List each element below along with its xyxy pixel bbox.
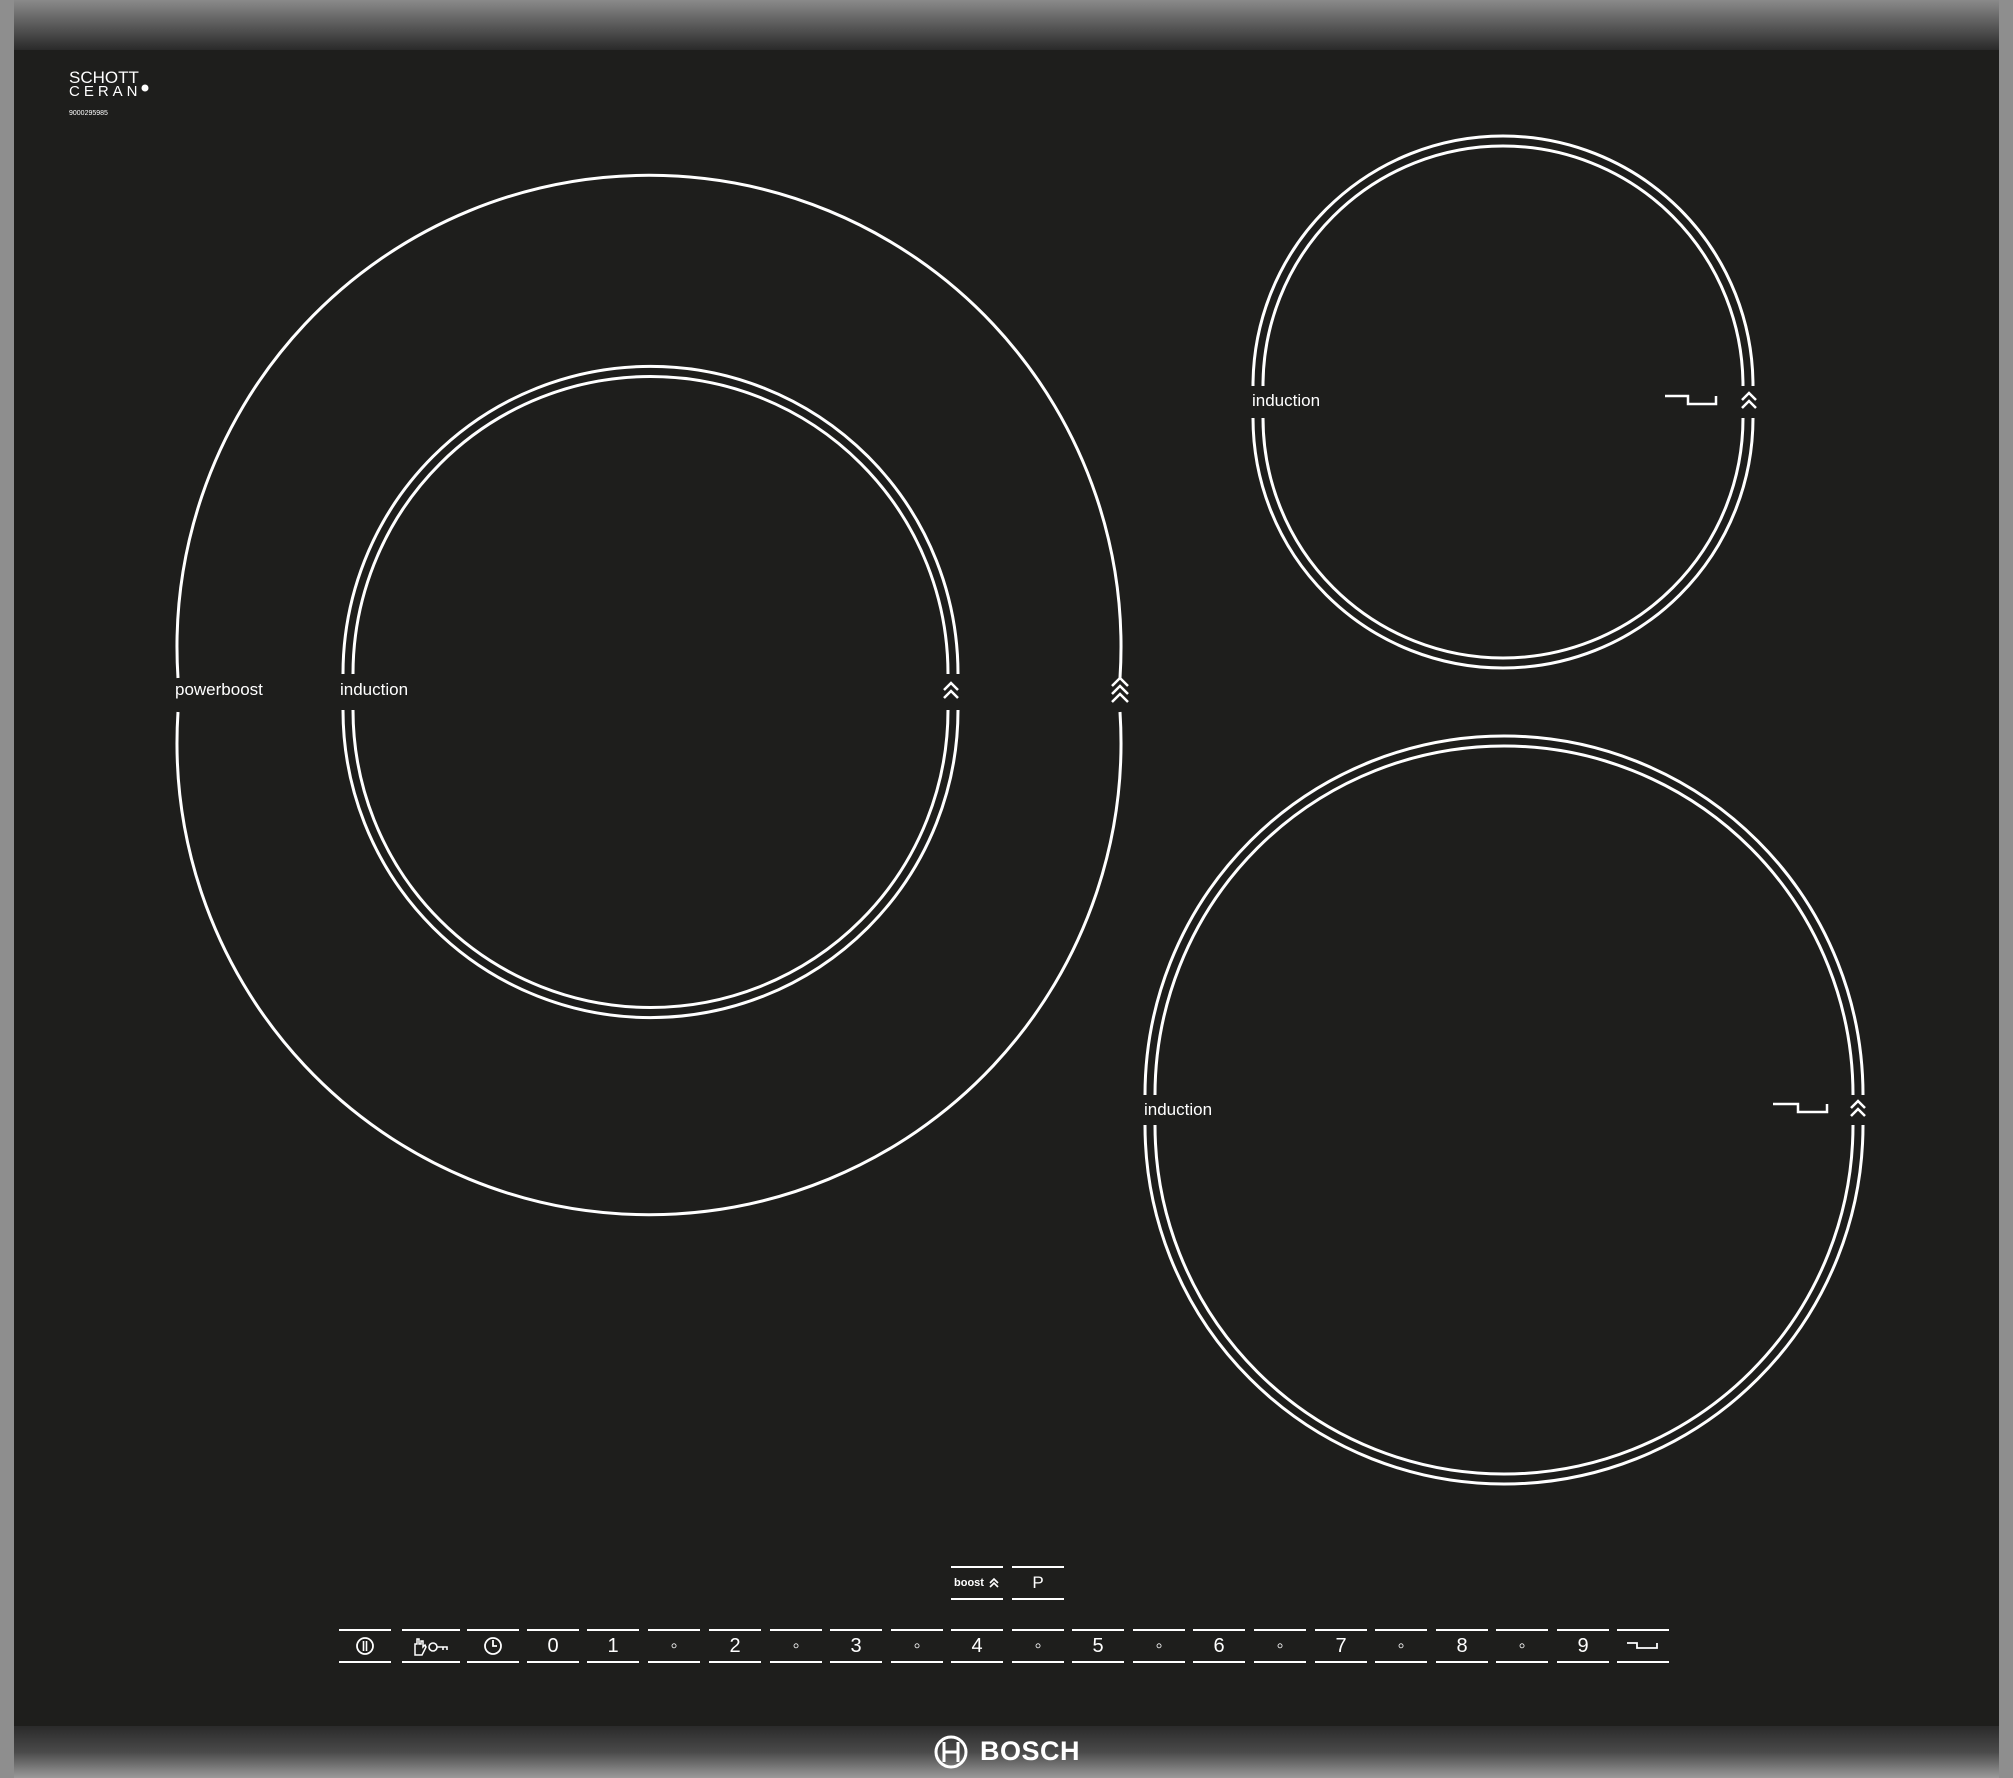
zone-large-inner-label: induction <box>340 680 409 699</box>
pan-function-icon <box>1627 1642 1658 1649</box>
zone-top-right-label: induction <box>1252 391 1321 410</box>
half-step-2-button[interactable]: ◦ <box>768 1629 824 1663</box>
cooktop: SCHOTT CERAN 9000295985 powerboost induc… <box>0 0 2013 1778</box>
level-7-button[interactable]: 7 <box>1313 1629 1369 1663</box>
half-step-6-button[interactable]: ◦ <box>1252 1629 1308 1663</box>
half-step-3-label: ◦ <box>913 1634 921 1657</box>
boost-button-arrows-icon <box>989 1577 999 1588</box>
level-3-button[interactable]: 3 <box>828 1629 884 1663</box>
level-7-label: 7 <box>1335 1634 1347 1657</box>
half-step-2-label: ◦ <box>792 1634 800 1657</box>
level-9-label: 9 <box>1577 1634 1589 1657</box>
power-icon <box>356 1637 374 1655</box>
level-8-button[interactable]: 8 <box>1434 1629 1490 1663</box>
level-5-label: 5 <box>1092 1634 1104 1657</box>
timer-icon <box>484 1637 502 1655</box>
registered-mark <box>141 84 149 92</box>
half-step-7-button[interactable]: ◦ <box>1373 1629 1429 1663</box>
child-lock-button[interactable] <box>400 1629 462 1663</box>
power-button[interactable] <box>337 1629 393 1663</box>
half-step-4-button[interactable]: ◦ <box>1010 1629 1066 1663</box>
boost-button-label: boost <box>954 1577 984 1589</box>
level-6-button[interactable]: 6 <box>1191 1629 1247 1663</box>
level-3-label: 3 <box>850 1634 862 1657</box>
boost-button[interactable]: boost <box>950 1566 1004 1600</box>
half-step-3-button[interactable]: ◦ <box>889 1629 945 1663</box>
zone-bottom-right-label: induction <box>1144 1100 1213 1119</box>
level-2-label: 2 <box>729 1634 741 1657</box>
half-step-6-label: ◦ <box>1276 1634 1284 1657</box>
serial-number: 9000295985 <box>69 110 108 117</box>
half-step-4-label: ◦ <box>1034 1634 1042 1657</box>
cooktop-surface <box>0 0 2013 1778</box>
child-lock-icon <box>414 1638 448 1656</box>
level-4-label: 4 <box>971 1634 983 1657</box>
frame-left <box>0 0 14 1778</box>
half-step-5-label: ◦ <box>1155 1634 1163 1657</box>
level-0-button[interactable]: 0 <box>525 1629 581 1663</box>
level-2-button[interactable]: 2 <box>707 1629 763 1663</box>
half-step-8-label: ◦ <box>1518 1634 1526 1657</box>
program-button-label: P <box>1032 1573 1044 1592</box>
bosch-logo-text: BOSCH <box>980 1736 1081 1766</box>
half-step-1-button[interactable]: ◦ <box>646 1629 702 1663</box>
frame-top <box>0 0 2013 50</box>
level-5-button[interactable]: 5 <box>1070 1629 1126 1663</box>
timer-button[interactable] <box>465 1629 521 1663</box>
half-step-5-button[interactable]: ◦ <box>1131 1629 1187 1663</box>
level-8-label: 8 <box>1456 1634 1468 1657</box>
pan-function-button[interactable] <box>1615 1629 1671 1663</box>
half-step-1-label: ◦ <box>670 1634 678 1657</box>
glass-brand-line2: CERAN <box>69 83 142 100</box>
level-4-button[interactable]: 4 <box>949 1629 1005 1663</box>
level-0-label: 0 <box>547 1634 559 1657</box>
program-button[interactable]: P <box>1011 1566 1065 1600</box>
level-6-label: 6 <box>1213 1634 1225 1657</box>
level-1-label: 1 <box>607 1634 619 1657</box>
half-step-8-button[interactable]: ◦ <box>1494 1629 1550 1663</box>
frame-right <box>1999 0 2013 1778</box>
zone-large-outer-label: powerboost <box>175 680 263 699</box>
level-1-button[interactable]: 1 <box>585 1629 641 1663</box>
half-step-7-label: ◦ <box>1397 1634 1405 1657</box>
level-9-button[interactable]: 9 <box>1555 1629 1611 1663</box>
